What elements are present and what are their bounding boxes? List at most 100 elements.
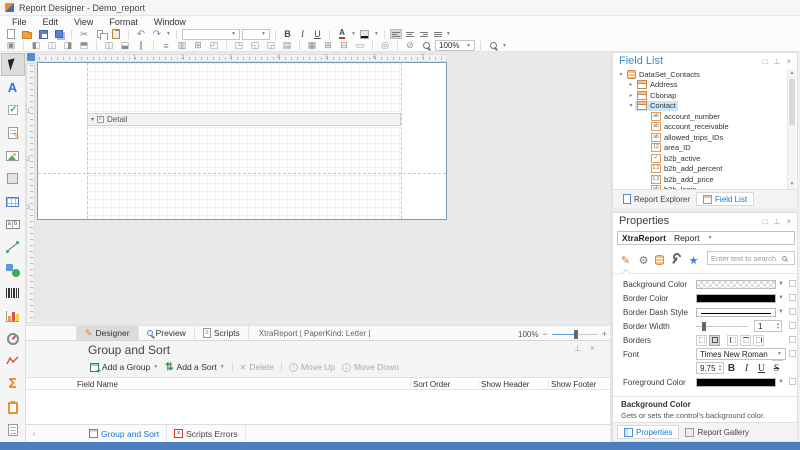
property-option-box[interactable] xyxy=(789,294,796,301)
align-left-edges-icon[interactable]: ◧ xyxy=(29,40,43,51)
tool-gauge[interactable] xyxy=(1,328,25,351)
add-a-sort-button[interactable]: Add a Sort▼ xyxy=(163,362,227,373)
italic-button[interactable]: I xyxy=(296,29,309,39)
move-up-button[interactable]: Move Up xyxy=(287,362,337,372)
maximize-icon[interactable]: □ xyxy=(763,57,768,66)
layout-wrench-icon[interactable] xyxy=(669,253,682,267)
tab-group-and-sort[interactable]: Group and Sort xyxy=(82,425,167,442)
save-all-icon[interactable] xyxy=(52,29,66,40)
tool-character-comb[interactable] xyxy=(1,213,25,236)
bold-button[interactable]: B xyxy=(281,29,294,39)
tree-item-cbonap[interactable]: ▸Cbonap xyxy=(613,90,788,101)
align-middles-icon[interactable]: ◫ xyxy=(102,40,116,51)
mag-icon[interactable] xyxy=(419,40,433,51)
tree-item-address[interactable]: ▸Address xyxy=(613,80,788,91)
menu-item-file[interactable]: File xyxy=(4,17,35,27)
collapse-icon[interactable]: ▾ xyxy=(627,102,635,109)
tab-scripts[interactable]: Scripts xyxy=(195,326,249,340)
tool-sparkline[interactable] xyxy=(1,350,25,373)
border-color-swatch[interactable] xyxy=(696,294,776,303)
tree-item-area_id[interactable]: area_ID xyxy=(613,143,788,154)
tree-item-b2b_add_percent[interactable]: b2b_add_percent xyxy=(613,164,788,175)
tool-picture-box[interactable] xyxy=(1,145,25,168)
redo-icon[interactable] xyxy=(150,29,164,40)
border-width-spinner[interactable]: 1▲▼ xyxy=(754,320,782,332)
copy-icon[interactable] xyxy=(93,29,107,40)
foreground-color-swatch[interactable] xyxy=(696,378,776,387)
tool-check-box[interactable] xyxy=(1,99,25,122)
tab-field-list[interactable]: Field List xyxy=(696,192,754,206)
property-option-box[interactable] xyxy=(789,308,796,315)
property-value[interactable] xyxy=(696,334,786,346)
font-color-icon[interactable] xyxy=(335,29,349,40)
spinner-arrows-icon[interactable]: ▲▼ xyxy=(776,322,781,330)
tool-page-info[interactable] xyxy=(1,419,25,442)
align-justify-icon[interactable] xyxy=(432,29,444,39)
tab-properties[interactable]: Properties xyxy=(617,425,679,439)
property-option-box[interactable] xyxy=(789,322,796,329)
property-value[interactable]: Times New Roman▼ xyxy=(696,348,786,360)
font-name-value[interactable]: Times New Roman▼ xyxy=(696,348,786,360)
strikeout-style-button[interactable]: S xyxy=(769,363,784,374)
property-option-box[interactable] xyxy=(789,280,796,287)
underline-button[interactable]: U xyxy=(311,29,324,39)
fill-color-icon[interactable] xyxy=(358,29,372,40)
background-color-swatch[interactable] xyxy=(696,280,776,289)
property-value[interactable]: ▼ xyxy=(696,292,786,304)
column-header-show-footer[interactable]: Show Footer xyxy=(551,380,596,389)
tool-chart[interactable] xyxy=(1,305,25,328)
font-style-editors[interactable]: 9.75▲▼BIUS xyxy=(696,362,786,374)
center-vertically-icon[interactable]: ▭ xyxy=(353,40,367,51)
make-same-size-icon[interactable]: ▥ xyxy=(175,40,189,51)
chevron-down-icon[interactable]: ▼ xyxy=(776,379,786,385)
cut-icon[interactable] xyxy=(77,29,91,40)
data-database-icon[interactable] xyxy=(655,255,664,265)
report-page[interactable]: ▾ Detail xyxy=(37,62,447,220)
delete-button[interactable]: Delete xyxy=(238,362,276,372)
property-value[interactable]: 1▲▼ xyxy=(696,320,786,332)
appearance-brush-icon[interactable] xyxy=(619,253,632,267)
tab-preview[interactable]: Preview xyxy=(139,326,195,340)
scrollbar-thumb[interactable] xyxy=(789,79,795,125)
property-value[interactable]: ▼ xyxy=(696,376,786,388)
menu-item-edit[interactable]: Edit xyxy=(35,17,67,27)
open-icon[interactable] xyxy=(20,29,34,40)
property-option-box[interactable] xyxy=(789,378,796,385)
column-header-field-name[interactable]: Field Name xyxy=(77,380,118,389)
chevron-left-icon[interactable]: ‹ xyxy=(28,429,40,438)
align-top-edges-icon[interactable]: ⬒ xyxy=(77,40,91,51)
property-option-box[interactable] xyxy=(789,336,796,343)
tree-item-dataset_contacts[interactable]: ▾DataSet_Contacts xyxy=(613,69,788,80)
font-name-combo[interactable]: ▼ xyxy=(182,29,240,40)
border-toggle-button[interactable] xyxy=(696,335,707,346)
design-surface[interactable]: 1234567 123 ▾ Detail xyxy=(26,52,610,325)
tree-item-contact[interactable]: ▾Contact xyxy=(613,101,788,112)
chevron-down-icon[interactable]: ▼ xyxy=(502,43,507,49)
zoom-out-button[interactable]: − xyxy=(542,329,547,339)
favorites-star-icon[interactable] xyxy=(687,253,700,267)
font-size-combo[interactable]: ▼ xyxy=(242,29,270,40)
border-toggle-button[interactable] xyxy=(709,335,720,346)
object-selector-combo[interactable]: XtraReport Report ▼ xyxy=(617,231,795,245)
remove-vertical-spacing-icon[interactable]: ⊞ xyxy=(321,40,335,51)
border-toggle-button[interactable] xyxy=(740,335,751,346)
zoom-combo[interactable]: 100%▼ xyxy=(435,40,475,51)
maximize-icon[interactable]: □ xyxy=(763,217,768,226)
make-same-width-icon[interactable]: ∥ xyxy=(134,40,148,51)
align-horizontal-centers-icon[interactable]: ◫ xyxy=(45,40,59,51)
new-icon[interactable] xyxy=(4,29,18,40)
equal-horizontal-spacing-icon[interactable]: ⊞ xyxy=(191,40,205,51)
pin-icon[interactable]: ⊥ xyxy=(773,57,780,66)
collapse-band-icon[interactable]: ▾ xyxy=(91,116,94,123)
mag-icon[interactable] xyxy=(486,40,500,51)
zoom-in-button[interactable]: + xyxy=(602,329,607,339)
border-toggle-button[interactable] xyxy=(753,335,764,346)
tab-designer[interactable]: Designer xyxy=(76,326,139,340)
field-list-scrollbar[interactable]: ▲ ▼ xyxy=(787,69,796,189)
align-left-icon[interactable] xyxy=(390,29,402,39)
column-header-sort-order[interactable]: Sort Order xyxy=(413,380,450,389)
move-down-button[interactable]: Move Down xyxy=(340,362,401,372)
make-same-height-icon[interactable]: ≡ xyxy=(159,40,173,51)
expand-icon[interactable]: ▸ xyxy=(627,92,635,99)
expand-icon[interactable]: ▸ xyxy=(627,81,635,88)
